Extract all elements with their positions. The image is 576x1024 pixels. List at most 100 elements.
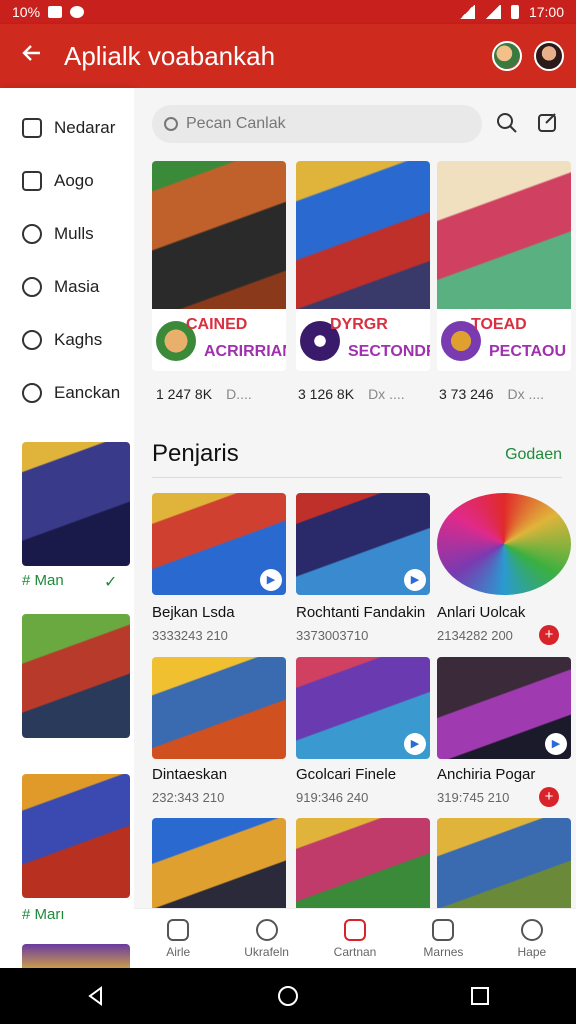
check-icon: ✓: [104, 574, 118, 591]
library-icon: [432, 918, 455, 941]
sidebar-item-label: Aogo: [54, 170, 94, 190]
avatar[interactable]: [534, 41, 564, 71]
sidebar-item-label: Mulls: [54, 223, 94, 243]
recents-icon[interactable]: [469, 985, 491, 1007]
download-stat: 3 126 8K Dx ....: [298, 386, 405, 402]
game-card-thumbnail[interactable]: [22, 774, 130, 898]
avatar[interactable]: [492, 41, 522, 71]
side-card-label: # Man: [22, 572, 64, 589]
game-artwork: [152, 161, 286, 309]
game-card-thumbnail[interactable]: [22, 944, 130, 968]
featured-card[interactable]: CAINED ACRIRRIAN: [152, 161, 286, 371]
play-icon: ▶: [404, 569, 426, 591]
sidebar-item-nedarar[interactable]: Nedarar: [0, 101, 134, 154]
game-tile[interactable]: [152, 818, 286, 908]
game-card-thumbnail[interactable]: [22, 614, 130, 738]
sidebar-item-aogo[interactable]: Aogo: [0, 154, 134, 207]
sidebar-item-label: Masia: [54, 276, 100, 296]
sidebar-item-label: Kaghs: [54, 329, 103, 349]
signal-icon: [484, 5, 501, 19]
game-title: Gcolcari Finele: [296, 766, 397, 783]
game-tile[interactable]: ▶: [437, 657, 571, 759]
brand-line-1: CAINED: [186, 316, 248, 333]
sidebar-item-label: Eanckan: [54, 382, 121, 402]
game-meta: 232:343 210: [152, 790, 225, 805]
game-title: Anlari Uolcak: [437, 604, 526, 621]
share-icon[interactable]: [534, 110, 560, 136]
nav-item-cartnan[interactable]: Cartnan: [311, 909, 399, 968]
heart-icon: [344, 918, 367, 941]
brand-line-2: PECTAOU: [489, 343, 567, 360]
nav-item-hape[interactable]: Hape: [488, 909, 576, 968]
notification-icon: [48, 6, 63, 18]
nav-label: Airle: [166, 944, 191, 959]
nav-item-airle[interactable]: Airle: [134, 909, 222, 968]
game-tile[interactable]: [152, 657, 286, 759]
add-icon[interactable]: +: [539, 625, 559, 645]
play-icon: ▶: [260, 569, 282, 591]
search-icon: [164, 117, 178, 131]
brand-line-2: ACRIRRIAN: [204, 343, 286, 360]
divider: [152, 477, 562, 478]
play-icon: ▶: [545, 733, 567, 755]
signal-icon: [458, 5, 475, 19]
stat-value: 3 73 246: [439, 386, 494, 402]
back-icon[interactable]: [85, 985, 107, 1007]
game-meta: 3333243 210: [152, 628, 228, 643]
game-meta: 2134282 200: [437, 628, 513, 643]
stat-meta: Dx ....: [368, 386, 405, 402]
game-tile[interactable]: [437, 493, 571, 595]
search-icon: [255, 918, 278, 941]
status-bar: 10% 17:00: [0, 0, 576, 24]
nav-item-ukrafeln[interactable]: Ukrafeln: [222, 909, 310, 968]
featured-card[interactable]: DYRGR SECTONDR: [296, 161, 430, 371]
game-tile[interactable]: [437, 818, 571, 908]
nav-label: Hape: [517, 944, 547, 959]
game-card-thumbnail[interactable]: [22, 442, 130, 566]
search-placeholder: Pecan Canlak: [186, 115, 286, 132]
bottom-navigation: Airle Ukrafeln Cartnan Marnes Hape: [134, 908, 576, 968]
game-artwork: [296, 161, 430, 309]
app-bar: Aplialk voabankah: [0, 24, 576, 88]
featured-card[interactable]: TOEAD PECTAOU: [437, 161, 571, 371]
search-icon: [22, 223, 42, 244]
add-icon[interactable]: +: [539, 787, 559, 807]
square-icon: [22, 117, 42, 138]
nav-label: Cartnan: [333, 944, 377, 959]
brand-line-2: SECTONDR: [348, 343, 430, 360]
see-all-link[interactable]: Godaen: [505, 446, 562, 464]
game-tile[interactable]: [296, 818, 430, 908]
history-icon: [22, 382, 42, 403]
game-meta: 919:346 240: [296, 790, 369, 805]
game-tile[interactable]: ▶: [152, 493, 286, 595]
game-tile[interactable]: ▶: [296, 657, 430, 759]
game-title: Bejkan Lsda: [152, 604, 235, 621]
sidebar-item-eanckan[interactable]: Eanckan: [0, 366, 134, 419]
search-icon[interactable]: [494, 110, 520, 136]
game-title: Anchiria Pogar: [437, 766, 536, 783]
section-title: Penjaris: [152, 440, 239, 467]
brand-line-1: DYRGR: [330, 316, 388, 333]
page-title: Aplialk voabankah: [64, 40, 276, 71]
stat-value: 1 247 8K: [156, 386, 213, 402]
chat-icon: [22, 276, 42, 297]
box-icon: [22, 170, 42, 191]
nav-item-marnes[interactable]: Marnes: [399, 909, 487, 968]
home-icon[interactable]: [277, 985, 299, 1007]
sidebar-item-masia[interactable]: Masia: [0, 260, 134, 313]
nav-label: Ukrafeln: [244, 944, 289, 959]
download-stat: 1 247 8K D....: [156, 386, 252, 402]
home-icon: [167, 918, 190, 941]
stat-meta: Dx ....: [507, 386, 545, 402]
sidebar: Nedarar Aogo Mulls Masia Kaghs Eanckan #…: [0, 88, 134, 968]
game-title: Dintaeskan: [152, 766, 228, 783]
sidebar-item-kaghs[interactable]: Kaghs: [0, 313, 134, 366]
sidebar-item-label: Nedarar: [54, 117, 116, 137]
game-tile[interactable]: ▶: [296, 493, 430, 595]
search-input[interactable]: Pecan Canlak: [152, 105, 482, 143]
main-content: Pecan Canlak CAINED ACRIRRIAN DYRGR SECT…: [134, 88, 576, 908]
system-navigation-bar: [0, 968, 576, 1024]
back-arrow-icon[interactable]: [0, 40, 64, 72]
sidebar-item-mulls[interactable]: Mulls: [0, 207, 134, 260]
battery-icon: [510, 5, 519, 19]
